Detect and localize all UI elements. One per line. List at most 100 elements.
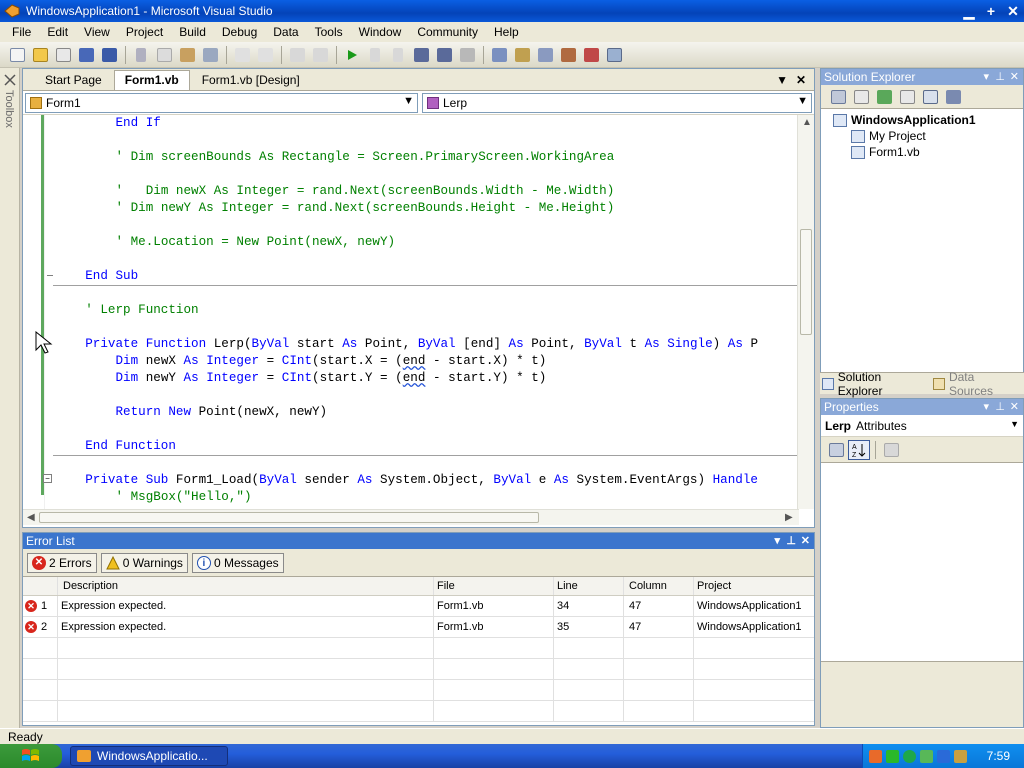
maximize-button[interactable]: + xyxy=(980,2,1002,20)
tray-play-icon[interactable] xyxy=(886,749,899,763)
code-line[interactable]: ' Lerp Function xyxy=(55,302,799,319)
paste-button[interactable] xyxy=(176,45,198,65)
tray-network-icon[interactable] xyxy=(920,749,933,763)
code-line[interactable] xyxy=(55,251,799,268)
window-position-dropdown[interactable]: ▾ xyxy=(983,399,989,415)
code-line[interactable] xyxy=(55,387,799,404)
menu-community[interactable]: Community xyxy=(409,25,486,39)
stop-debugging-button[interactable] xyxy=(387,45,409,65)
code-line[interactable] xyxy=(55,132,799,149)
properties-window-button[interactable] xyxy=(534,45,556,65)
new-project-button[interactable] xyxy=(6,45,28,65)
tray-tools-icon[interactable] xyxy=(954,749,967,763)
step-over-button[interactable] xyxy=(433,45,455,65)
tab-form1-design[interactable]: Form1.vb [Design] xyxy=(192,71,310,90)
taskbar-item-visual-studio[interactable]: WindowsApplicatio... xyxy=(70,746,228,766)
object-browser-button[interactable] xyxy=(557,45,579,65)
close-panel-button[interactable]: ✕ xyxy=(1010,399,1019,415)
code-line[interactable]: Return New Point(newX, newY) xyxy=(55,404,799,421)
code-line[interactable] xyxy=(55,217,799,234)
code-line[interactable]: ' Dim screenBounds As Rectangle = Screen… xyxy=(55,149,799,166)
close-panel-button[interactable]: ✕ xyxy=(1010,69,1019,85)
property-pages-button[interactable] xyxy=(880,440,902,460)
toolbox-label[interactable]: Toolbox xyxy=(3,90,15,128)
column-header-description[interactable]: Description xyxy=(57,577,433,595)
vertical-scroll-thumb[interactable] xyxy=(800,229,812,335)
active-files-dropdown[interactable]: ▼ xyxy=(776,73,788,87)
cut-button[interactable] xyxy=(130,45,152,65)
form1-node[interactable]: Form1.vb xyxy=(851,145,920,159)
undo-button[interactable] xyxy=(286,45,308,65)
horizontal-scrollbar[interactable]: ◀ ▶ xyxy=(23,509,799,525)
code-line[interactable]: Private Function Lerp(ByVal start As Poi… xyxy=(55,336,799,353)
code-line[interactable] xyxy=(55,166,799,183)
scroll-left-icon[interactable]: ◀ xyxy=(27,512,35,523)
scroll-up-icon[interactable]: ▲ xyxy=(802,117,812,128)
solution-node[interactable]: WindowsApplication1 xyxy=(833,113,976,127)
class-name-combo[interactable]: Form1 ▼ xyxy=(25,92,418,113)
tab-data-sources[interactable]: Data Sources xyxy=(931,370,1024,398)
code-line[interactable]: Dim newY As Integer = CInt(start.Y = (en… xyxy=(55,370,799,387)
close-tab-button[interactable]: ✕ xyxy=(796,73,806,87)
view-code-button[interactable] xyxy=(896,87,918,107)
close-button[interactable]: ✕ xyxy=(1002,2,1024,20)
code-line[interactable]: ' MsgBox("Hello,") xyxy=(55,489,799,506)
tab-solution-explorer[interactable]: Solution Explorer xyxy=(820,370,931,398)
find-in-files-button[interactable] xyxy=(488,45,510,65)
find-button[interactable] xyxy=(199,45,221,65)
column-header-line[interactable]: Line xyxy=(553,577,623,595)
code-line[interactable] xyxy=(55,421,799,438)
code-line[interactable]: Dim newX As Integer = CInt(start.X = (en… xyxy=(55,353,799,370)
code-editor[interactable]: − End If ' Dim screenBounds As Rectangle… xyxy=(23,115,814,525)
show-all-files-button[interactable] xyxy=(850,87,872,107)
column-header-file[interactable]: File xyxy=(433,577,553,595)
save-all-button[interactable] xyxy=(98,45,120,65)
tray-security-icon[interactable] xyxy=(903,749,916,763)
copy-button[interactable] xyxy=(153,45,175,65)
menu-help[interactable]: Help xyxy=(486,25,527,39)
code-line[interactable] xyxy=(55,319,799,336)
auto-hide-pin-icon[interactable]: ⊥ xyxy=(995,399,1005,415)
window-position-dropdown[interactable]: ▾ xyxy=(774,533,780,549)
tab-form1-vb[interactable]: Form1.vb xyxy=(113,70,190,90)
horizontal-scroll-thumb[interactable] xyxy=(39,512,539,523)
properties-object-combo[interactable]: Lerp Attributes ▼ xyxy=(821,415,1023,437)
menu-debug[interactable]: Debug xyxy=(214,25,265,39)
step-into-button[interactable] xyxy=(410,45,432,65)
add-item-button[interactable] xyxy=(52,45,74,65)
minimize-button[interactable]: ▁ xyxy=(958,2,980,20)
break-all-button[interactable] xyxy=(364,45,386,65)
open-file-button[interactable] xyxy=(29,45,51,65)
method-name-combo[interactable]: Lerp ▼ xyxy=(422,92,812,113)
menu-project[interactable]: Project xyxy=(118,25,171,39)
properties-button[interactable] xyxy=(827,87,849,107)
menu-tools[interactable]: Tools xyxy=(307,25,351,39)
tab-start-page[interactable]: Start Page xyxy=(35,71,112,90)
errors-filter-button[interactable]: ✕ 2 Errors xyxy=(27,552,97,573)
uncomment-button[interactable] xyxy=(254,45,276,65)
table-row[interactable]: ✕ 1 Expression expected. Form1.vb 34 47 … xyxy=(23,596,814,617)
outline-collapse-icon[interactable]: − xyxy=(43,474,52,483)
menu-file[interactable]: File xyxy=(4,25,39,39)
solution-explorer-button[interactable] xyxy=(511,45,533,65)
save-button[interactable] xyxy=(75,45,97,65)
vertical-scrollbar[interactable]: ▲ xyxy=(797,115,814,509)
step-out-button[interactable] xyxy=(456,45,478,65)
code-line[interactable]: ' Me.Location = New Point(newX, newY) xyxy=(55,234,799,251)
menu-data[interactable]: Data xyxy=(265,25,306,39)
menu-edit[interactable]: Edit xyxy=(39,25,76,39)
code-line[interactable]: End Sub xyxy=(55,268,799,285)
menu-build[interactable]: Build xyxy=(171,25,214,39)
column-header-column[interactable]: Column xyxy=(623,577,693,595)
code-line[interactable]: Private Sub Form1_Load(ByVal sender As S… xyxy=(55,472,799,489)
categorized-button[interactable] xyxy=(825,440,847,460)
toolbox-strip[interactable]: Toolbox xyxy=(0,68,20,728)
column-header-project[interactable]: Project xyxy=(693,577,814,595)
redo-button[interactable] xyxy=(309,45,331,65)
code-line[interactable] xyxy=(55,455,799,472)
auto-hide-pin-icon[interactable]: ⊥ xyxy=(786,533,796,549)
table-row[interactable]: ✕ 2 Expression expected. Form1.vb 35 47 … xyxy=(23,617,814,638)
warnings-filter-button[interactable]: 0 Warnings xyxy=(100,552,188,573)
code-line[interactable]: End Function xyxy=(55,438,799,455)
toolbox-button[interactable] xyxy=(580,45,602,65)
